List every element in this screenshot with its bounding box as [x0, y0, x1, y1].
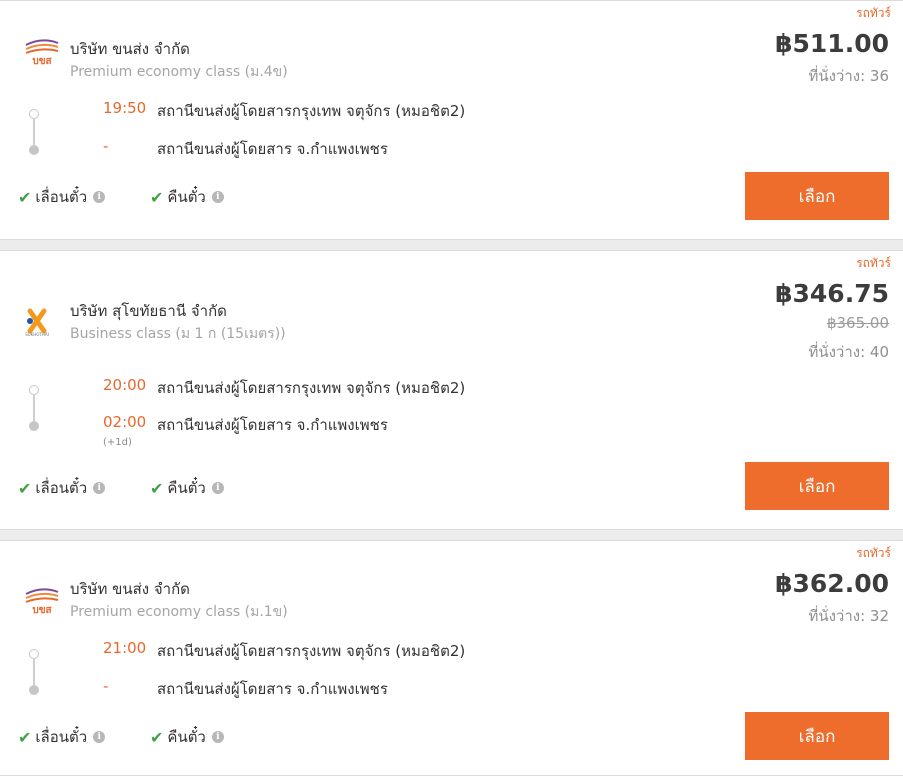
select-button[interactable]: เลือก [745, 462, 889, 510]
bus-type-tag: รถทัวร์ [856, 546, 891, 560]
bks-logo-icon: บขส [22, 584, 62, 616]
check-icon: ✔ [18, 187, 32, 207]
available-seats: ที่นั่งว่าง: 40 [808, 343, 889, 361]
refund-ticket-feature: ✔ คืนตั๋ว i [150, 185, 224, 209]
trip-card: รถทัวร์ บขส บริษัท ขนส่ง จำกัด Premium e… [0, 0, 903, 240]
svg-text:SUKHOTHAI: SUKHOTHAI [25, 332, 49, 337]
bus-class: Premium economy class (ม.1ข) [70, 604, 288, 620]
check-icon: ✔ [18, 727, 32, 747]
available-seats: ที่นั่งว่าง: 36 [808, 67, 889, 85]
depart-station: สถานีขนส่งผู้โดยสารกรุงเทพ จตุจักร (หมอช… [157, 102, 466, 120]
info-icon[interactable]: i [211, 191, 224, 203]
depart-time: 20:00 [103, 376, 147, 394]
info-icon[interactable]: i [211, 482, 224, 494]
change-ticket-label: เลื่อนตั๋ว [35, 479, 88, 497]
arrive-station: สถานีขนส่งผู้โดยสาร จ.กำแพงเพชร [157, 416, 388, 434]
depart-station: สถานีขนส่งผู้โดยสารกรุงเทพ จตุจักร (หมอช… [157, 642, 466, 660]
select-button[interactable]: เลือก [745, 172, 889, 220]
refund-ticket-label: คืนตั๋ว [167, 728, 206, 746]
refund-ticket-label: คืนตั๋ว [167, 479, 206, 497]
route-timeline [29, 385, 41, 431]
sukhothai-logo-icon: SUKHOTHAI [22, 307, 62, 337]
depart-time: 21:00 [103, 639, 147, 657]
check-icon: ✔ [150, 727, 164, 747]
change-ticket-label: เลื่อนตั๋ว [35, 188, 88, 206]
check-icon: ✔ [18, 478, 32, 498]
arrive-time: - [103, 677, 109, 695]
bus-class: Premium economy class (ม.4ข) [70, 64, 288, 80]
bus-class: Business class (ม 1 ก (15เมตร)) [70, 326, 286, 342]
trip-card: รถทัวร์ SUKHOTHAI บริษัท สุโขทัยธานี จำก… [0, 250, 903, 530]
original-price: ฿365.00 [826, 314, 889, 332]
info-icon[interactable]: i [211, 731, 224, 743]
refund-ticket-label: คืนตั๋ว [167, 188, 206, 206]
price: ฿346.75 [775, 279, 889, 308]
svg-text:บขส: บขส [32, 56, 52, 65]
check-icon: ✔ [150, 478, 164, 498]
trip-card: รถทัวร์ บขส บริษัท ขนส่ง จำกัด Premium e… [0, 540, 903, 776]
info-icon[interactable]: i [93, 191, 106, 203]
select-button[interactable]: เลือก [745, 712, 889, 760]
arrive-station: สถานีขนส่งผู้โดยสาร จ.กำแพงเพชร [157, 680, 388, 698]
next-day-note: (+1d) [103, 437, 132, 448]
price: ฿362.00 [775, 569, 889, 598]
change-ticket-label: เลื่อนตั๋ว [35, 728, 88, 746]
company-name: บริษัท ขนส่ง จำกัด [70, 40, 190, 58]
refund-ticket-feature: ✔ คืนตั๋ว i [150, 725, 224, 749]
route-timeline [29, 109, 41, 155]
depart-time: 19:50 [103, 99, 147, 117]
arrive-time: - [103, 137, 109, 155]
bks-logo-icon: บขส [22, 35, 62, 67]
company-name: บริษัท สุโขทัยธานี จำกัด [70, 302, 227, 320]
info-icon[interactable]: i [93, 482, 106, 494]
arrive-time: 02:00 [103, 413, 147, 431]
bus-type-tag: รถทัวร์ [856, 256, 891, 270]
arrive-station: สถานีขนส่งผู้โดยสาร จ.กำแพงเพชร [157, 140, 388, 158]
available-seats: ที่นั่งว่าง: 32 [808, 607, 889, 625]
change-ticket-feature: ✔ เลื่อนตั๋ว i [18, 725, 106, 749]
change-ticket-feature: ✔ เลื่อนตั๋ว i [18, 476, 106, 500]
change-ticket-feature: ✔ เลื่อนตั๋ว i [18, 185, 106, 209]
price: ฿511.00 [775, 29, 889, 58]
info-icon[interactable]: i [93, 731, 106, 743]
company-name: บริษัท ขนส่ง จำกัด [70, 580, 190, 598]
refund-ticket-feature: ✔ คืนตั๋ว i [150, 476, 224, 500]
depart-station: สถานีขนส่งผู้โดยสารกรุงเทพ จตุจักร (หมอช… [157, 379, 466, 397]
bus-type-tag: รถทัวร์ [856, 6, 891, 20]
route-timeline [29, 649, 41, 695]
check-icon: ✔ [150, 187, 164, 207]
svg-text:บขส: บขส [32, 605, 52, 614]
